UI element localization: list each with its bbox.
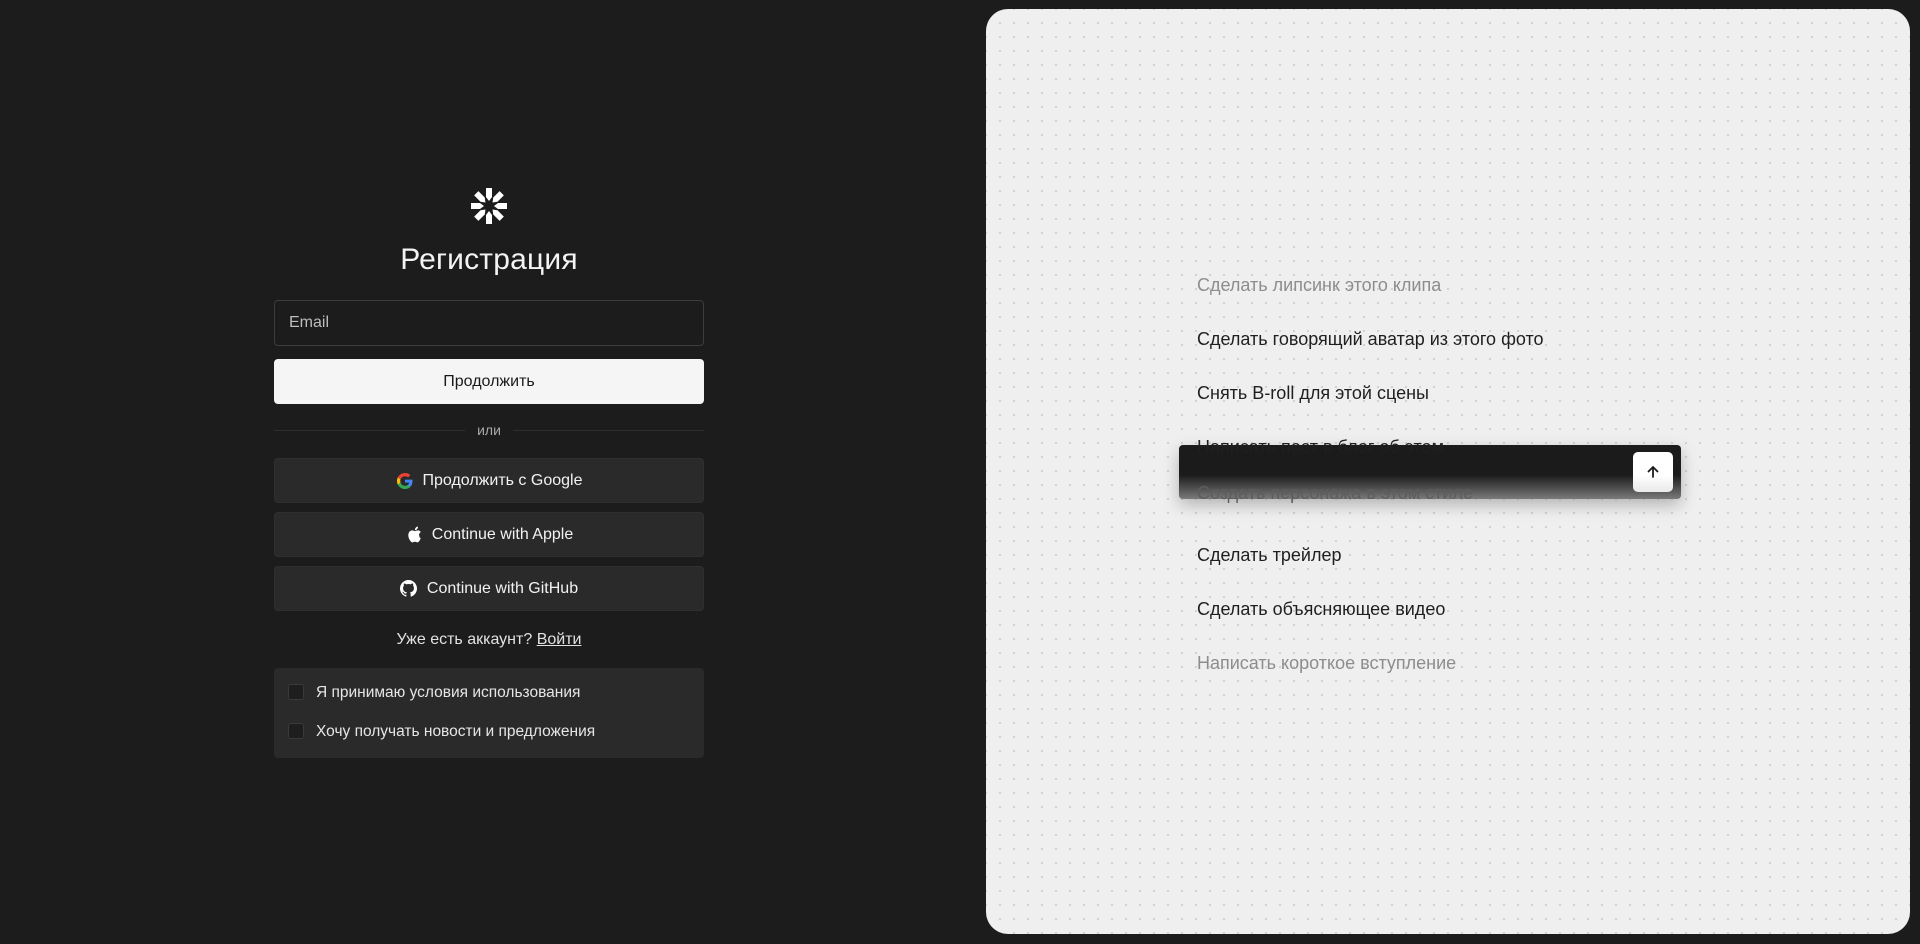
page-title: Регистрация: [400, 243, 578, 276]
github-signin-button[interactable]: Continue with GitHub: [274, 566, 704, 611]
prompt-showcase: Сделать липсинк этого клипа Сделать гово…: [986, 9, 1910, 934]
divider-line-right: [512, 429, 704, 431]
consent-panel: Я принимаю условия использования Хочу по…: [274, 668, 704, 758]
continue-button[interactable]: Продолжить: [274, 359, 704, 404]
have-account-text: Уже есть аккаунт?: [396, 631, 533, 648]
prompt-suggestion[interactable]: Написать пост в блог об этом: [1197, 424, 1797, 478]
apple-icon: [405, 526, 423, 544]
prompt-suggestion[interactable]: Сделать трейлер: [1197, 532, 1797, 586]
terms-label: Я принимаю условия использования: [316, 684, 581, 701]
prompt-suggestion[interactable]: Написать короткое вступление: [1197, 640, 1797, 694]
terms-consent-row: Я принимаю условия использования: [288, 682, 690, 704]
signup-page: Регистрация Продолжить или Продолжить с …: [0, 0, 1920, 944]
or-divider: или: [274, 421, 704, 439]
google-icon: [396, 472, 414, 490]
news-consent-row: Хочу получать новости и предложения: [288, 721, 690, 743]
github-signin-label: Continue with GitHub: [426, 579, 579, 597]
apple-signin-button[interactable]: Continue with Apple: [274, 512, 704, 557]
active-prompt-text: Создать персонажа в этом стиле: [1197, 483, 1473, 503]
news-label: Хочу получать новости и предложения: [316, 723, 596, 740]
divider-line-left: [274, 429, 466, 431]
prompt-suggestions: Сделать липсинк этого клипа Сделать гово…: [1197, 262, 1797, 694]
prompt-suggestion[interactable]: Сделать объясняющее видео: [1197, 586, 1797, 640]
github-icon: [400, 580, 418, 598]
apple-signin-label: Continue with Apple: [431, 525, 574, 543]
login-link[interactable]: Войти: [537, 631, 582, 648]
prompt-suggestion[interactable]: Снять B-roll для этой сцены: [1197, 370, 1797, 424]
email-field[interactable]: [274, 300, 704, 346]
google-signin-label: Продолжить с Google: [422, 471, 583, 489]
have-account-line: Уже есть аккаунт? Войти: [274, 629, 704, 651]
terms-checkbox[interactable]: [288, 684, 304, 700]
divider-text: или: [477, 422, 501, 438]
prompt-suggestion[interactable]: Сделать липсинк этого клипа: [1197, 262, 1797, 316]
signup-form: Регистрация Продолжить или Продолжить с …: [274, 186, 704, 758]
prompt-suggestion[interactable]: Сделать говорящий аватар из этого фото: [1197, 316, 1797, 370]
news-checkbox[interactable]: [288, 723, 304, 739]
brand-logo-icon: [471, 188, 507, 224]
google-signin-button[interactable]: Продолжить с Google: [274, 458, 704, 503]
